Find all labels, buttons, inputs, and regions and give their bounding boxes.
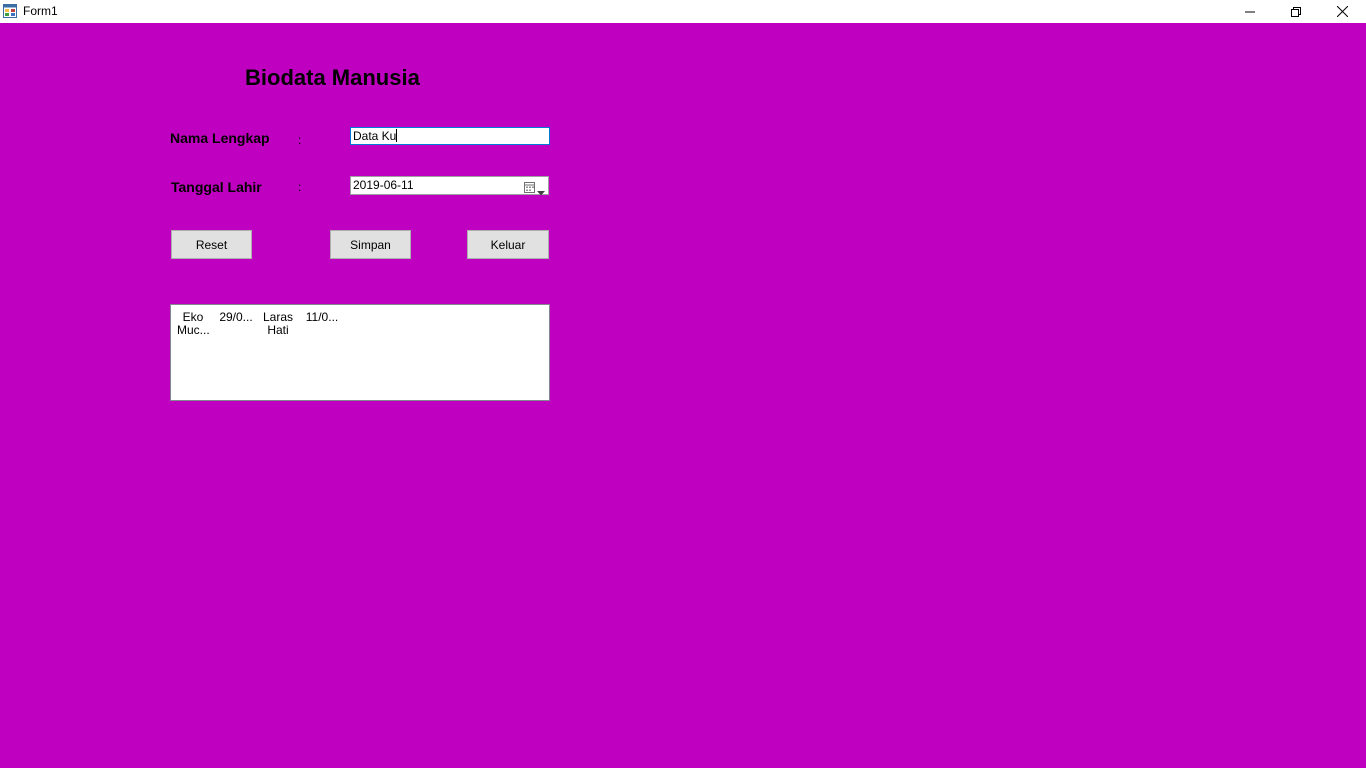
list-item[interactable]: Laras Hati [262, 311, 294, 337]
form-client-area: Biodata Manusia Nama Lengkap : Data Ku T… [0, 23, 1366, 768]
form-app-icon [3, 4, 17, 18]
list-item-date: 11/0... [305, 310, 339, 324]
minimize-button[interactable] [1227, 0, 1273, 23]
list-item-name-line2: Muc... [177, 323, 210, 337]
restore-icon [1291, 6, 1301, 17]
list-item[interactable]: 29/0... [218, 311, 254, 324]
close-button[interactable] [1319, 0, 1365, 23]
nama-colon: : [298, 133, 302, 147]
nama-lengkap-label: Nama Lengkap [170, 130, 270, 146]
tanggal-lahir-value: 2019-06-11 [353, 178, 414, 192]
app-window: Form1 Biodata Manusia Nama Lengkap: Dat… [0, 0, 1366, 768]
list-item[interactable]: Eko Muc... [177, 311, 210, 337]
tanggal-colon: : [298, 180, 302, 194]
simpan-button[interactable]: Simpan [330, 230, 411, 259]
close-icon [1336, 6, 1348, 17]
nama-lengkap-input[interactable]: Data Ku [350, 127, 550, 145]
chevron-down-icon[interactable] [537, 183, 545, 196]
reset-button[interactable]: Reset [171, 230, 252, 259]
window-title: Form1 [23, 4, 58, 18]
title-bar[interactable]: Form1 [0, 0, 1366, 23]
keluar-button[interactable]: Keluar [467, 230, 549, 259]
list-item-date: 29/0... [219, 310, 253, 324]
list-item-name-line2: Hati [267, 323, 289, 337]
data-list-view[interactable]: Eko Muc... 29/0... Laras Hati 11/0... [170, 304, 550, 401]
nama-lengkap-value: Data Ku [353, 129, 397, 143]
text-caret [396, 129, 398, 142]
restore-button[interactable] [1273, 0, 1319, 23]
list-item[interactable]: 11/0... [304, 311, 340, 324]
form-heading: Biodata Manusia [245, 65, 420, 90]
tanggal-lahir-datepicker[interactable]: 2019-06-11 [350, 176, 549, 196]
minimize-icon [1245, 7, 1255, 17]
calendar-icon[interactable] [524, 180, 536, 193]
tanggal-lahir-label: Tanggal Lahir [171, 179, 262, 195]
